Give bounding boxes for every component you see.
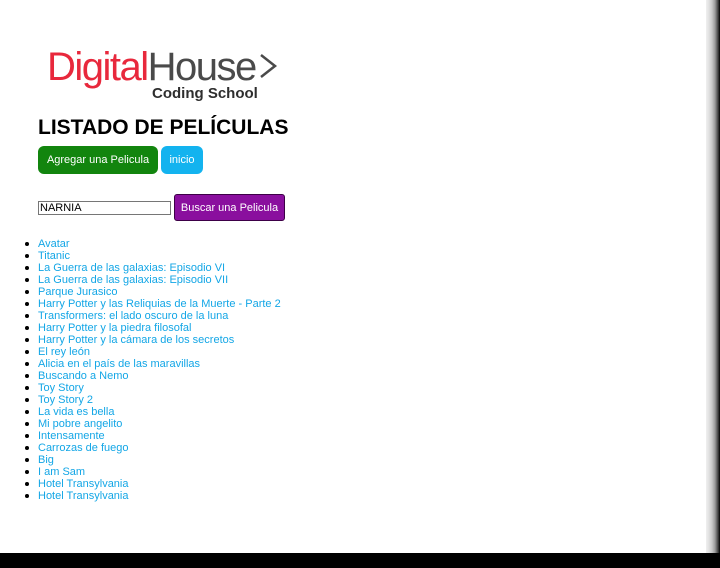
movie-link[interactable]: Intensamente (38, 430, 105, 442)
list-item: Harry Potter y la piedra filosofal (25, 322, 281, 334)
list-item: La Guerra de las galaxias: Episodio VII (25, 274, 281, 286)
window-edge-shadow (706, 0, 720, 553)
movie-link[interactable]: La vida es bella (38, 406, 114, 418)
movie-link[interactable]: Carrozas de fuego (38, 442, 129, 454)
movie-link[interactable]: Big (38, 454, 54, 466)
page-title: LISTADO DE PELÍCULAS (38, 116, 289, 139)
movie-link[interactable]: I am Sam (38, 466, 85, 478)
search-movie-button[interactable]: Buscar una Pelicula (174, 194, 285, 221)
movie-link[interactable]: La Guerra de las galaxias: Episodio VII (38, 274, 228, 286)
movie-link[interactable]: Hotel Transylvania (38, 478, 129, 490)
movie-link[interactable]: Titanic (38, 250, 70, 262)
movie-link[interactable]: El rey león (38, 346, 90, 358)
list-item: Transformers: el lado oscuro de la luna (25, 310, 281, 322)
home-button[interactable]: inicio (161, 146, 203, 174)
list-item: El rey león (25, 346, 281, 358)
list-item: Intensamente (25, 430, 281, 442)
digital-house-logo: DigitalHouse Coding School (47, 45, 287, 107)
list-item: Harry Potter y la cámara de los secretos (25, 334, 281, 346)
movie-link[interactable]: Buscando a Nemo (38, 370, 129, 382)
movie-link[interactable]: Toy Story 2 (38, 394, 93, 406)
logo-tagline: Coding School (152, 85, 258, 102)
list-item: Toy Story 2 (25, 394, 281, 406)
list-item: Alicia en el país de las maravillas (25, 358, 281, 370)
movie-link[interactable]: Hotel Transylvania (38, 490, 129, 502)
logo-wordmark: DigitalHouse (47, 45, 258, 89)
list-item: Harry Potter y las Reliquias de la Muert… (25, 298, 281, 310)
movie-link[interactable]: Harry Potter y la cámara de los secretos (38, 334, 234, 346)
movie-link[interactable]: Parque Jurasico (38, 286, 118, 298)
list-item: Mi pobre angelito (25, 418, 281, 430)
list-item: I am Sam (25, 466, 281, 478)
page: DigitalHouse Coding School LISTADO DE PE… (0, 0, 706, 553)
movie-link[interactable]: Harry Potter y la piedra filosofal (38, 322, 191, 334)
add-movie-button[interactable]: Agregar una Pelicula (38, 146, 158, 174)
list-item: Toy Story (25, 382, 281, 394)
list-item: Carrozas de fuego (25, 442, 281, 454)
movie-link[interactable]: Alicia en el país de las maravillas (38, 358, 200, 370)
list-item: Titanic (25, 250, 281, 262)
list-item: Parque Jurasico (25, 286, 281, 298)
list-item: La Guerra de las galaxias: Episodio VI (25, 262, 281, 274)
list-item: Big (25, 454, 281, 466)
logo-chevron-icon (260, 54, 278, 78)
movie-link[interactable]: Avatar (38, 238, 70, 250)
movie-link[interactable]: Mi pobre angelito (38, 418, 122, 430)
list-item: Hotel Transylvania (25, 478, 281, 490)
movie-link[interactable]: Transformers: el lado oscuro de la luna (38, 310, 228, 322)
movie-link[interactable]: La Guerra de las galaxias: Episodio VI (38, 262, 225, 274)
list-item: Avatar (25, 238, 281, 250)
list-item: La vida es bella (25, 406, 281, 418)
list-item: Buscando a Nemo (25, 370, 281, 382)
movie-link[interactable]: Harry Potter y las Reliquias de la Muert… (38, 298, 281, 310)
logo-house-text: House (147, 45, 258, 89)
logo-digital-text: Digital (47, 45, 149, 89)
movie-link[interactable]: Toy Story (38, 382, 84, 394)
search-input[interactable] (38, 201, 171, 215)
movie-list: Avatar Titanic La Guerra de las galaxias… (25, 238, 281, 502)
list-item: Hotel Transylvania (25, 490, 281, 502)
